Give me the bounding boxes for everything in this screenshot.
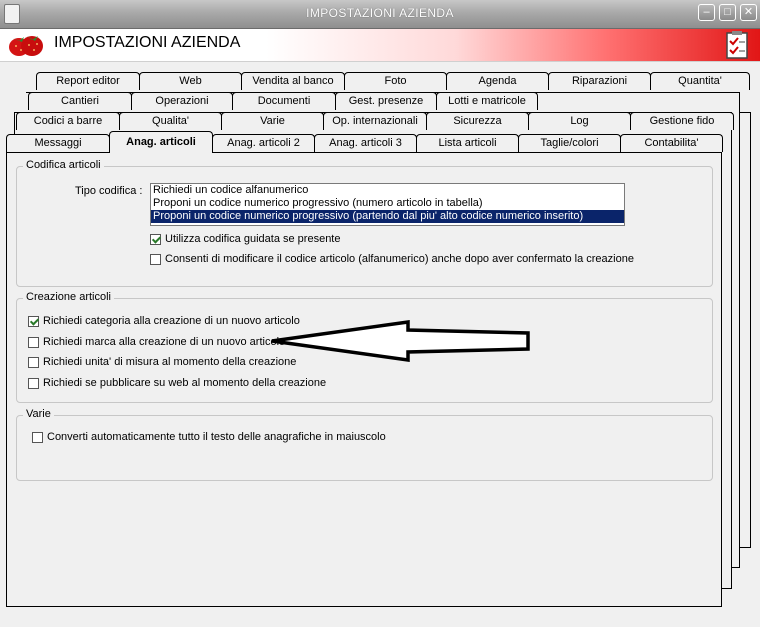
maximize-button[interactable]: □ bbox=[719, 4, 736, 21]
tab-qualita[interactable]: Qualita' bbox=[119, 112, 222, 130]
check-row[interactable]: Richiedi marca alla creazione di un nuov… bbox=[28, 336, 285, 348]
tab-anag-articoli-3[interactable]: Anag. articoli 3 bbox=[314, 134, 417, 152]
tab-report-editor[interactable]: Report editor bbox=[36, 72, 140, 90]
tab-messaggi[interactable]: Messaggi bbox=[6, 134, 110, 152]
check-row[interactable]: Converti automaticamente tutto il testo … bbox=[32, 431, 386, 443]
tab-gestione-fido[interactable]: Gestione fido bbox=[630, 112, 734, 130]
tab-riparazioni[interactable]: Riparazioni bbox=[548, 72, 651, 90]
group-label: Varie bbox=[23, 408, 54, 420]
header-band: IMPOSTAZIONI AZIENDA bbox=[0, 29, 760, 62]
tipo-codifica-label: Tipo codifica : bbox=[75, 185, 143, 197]
tab-taglie-colori[interactable]: Taglie/colori bbox=[518, 134, 621, 152]
checkbox[interactable] bbox=[150, 233, 161, 245]
group-label: Creazione articoli bbox=[23, 291, 114, 303]
checkbox[interactable] bbox=[32, 431, 43, 443]
checkbox-label: Consenti di modificare il codice articol… bbox=[165, 253, 634, 265]
checkbox-label: Richiedi unita' di misura al momento del… bbox=[43, 356, 297, 368]
tab-anag-articoli[interactable]: Anag. articoli bbox=[109, 131, 213, 153]
listbox-option[interactable]: Richiedi un codice alfanumerico bbox=[151, 184, 624, 197]
tab-foto[interactable]: Foto bbox=[344, 72, 447, 90]
listbox-option[interactable]: Proponi un codice numerico progressivo (… bbox=[151, 197, 624, 210]
checkbox-label: Richiedi categoria alla creazione di un … bbox=[43, 315, 300, 327]
tab-contabilita[interactable]: Contabilita' bbox=[620, 134, 723, 152]
title-bar: IMPOSTAZIONI AZIENDA – □ ✕ bbox=[0, 0, 760, 29]
tab-lista-articoli[interactable]: Lista articoli bbox=[416, 134, 519, 152]
checkbox-label: Richiedi marca alla creazione di un nuov… bbox=[43, 336, 286, 348]
checkbox-label: Converti automaticamente tutto il testo … bbox=[47, 431, 386, 443]
tab-codici-a-barre[interactable]: Codici a barre bbox=[16, 112, 120, 130]
group-label: Codifica articoli bbox=[23, 159, 104, 171]
check-row[interactable]: Richiedi categoria alla creazione di un … bbox=[28, 315, 300, 327]
checkbox-label: Richiedi se pubblicare su web al momento… bbox=[43, 377, 327, 389]
tab-gest-presenze[interactable]: Gest. presenze bbox=[335, 92, 437, 110]
header-title: IMPOSTAZIONI AZIENDA bbox=[54, 34, 241, 51]
group-codifica-articoli: Codifica articoli Tipo codifica : Richie… bbox=[16, 159, 713, 287]
tab-quantita[interactable]: Quantita' bbox=[650, 72, 750, 90]
window-title: IMPOSTAZIONI AZIENDA bbox=[306, 6, 454, 20]
tab-varie[interactable]: Varie bbox=[221, 112, 324, 130]
checkbox[interactable] bbox=[28, 336, 39, 348]
group-varie: Varie Converti automaticamente tutto il … bbox=[16, 408, 713, 481]
tab-cantieri[interactable]: Cantieri bbox=[28, 92, 132, 110]
checkbox[interactable] bbox=[28, 356, 39, 368]
tab-documenti[interactable]: Documenti bbox=[232, 92, 336, 110]
tab-agenda[interactable]: Agenda bbox=[446, 72, 549, 90]
check-row[interactable]: Utilizza codifica guidata se presente bbox=[150, 233, 340, 245]
tab-vendita-al-banco[interactable]: Vendita al banco bbox=[241, 72, 345, 90]
tab-operazioni[interactable]: Operazioni bbox=[131, 92, 233, 110]
minimize-button[interactable]: – bbox=[698, 4, 715, 21]
tab-log[interactable]: Log bbox=[528, 112, 631, 130]
tab-sicurezza[interactable]: Sicurezza bbox=[426, 112, 529, 130]
check-row[interactable]: Richiedi se pubblicare su web al momento… bbox=[28, 377, 326, 389]
tipo-codifica-listbox[interactable]: Richiedi un codice alfanumerico Proponi … bbox=[150, 183, 625, 226]
checkbox[interactable] bbox=[150, 253, 161, 265]
check-row[interactable]: Consenti di modificare il codice articol… bbox=[150, 253, 634, 265]
check-row[interactable]: Richiedi unita' di misura al momento del… bbox=[28, 356, 296, 368]
strawberries-icon bbox=[9, 36, 43, 56]
tab-web[interactable]: Web bbox=[139, 72, 242, 90]
close-button[interactable]: ✕ bbox=[740, 4, 757, 21]
arrow-left-annotation bbox=[271, 320, 530, 362]
tab-anag-articoli-2[interactable]: Anag. articoli 2 bbox=[212, 134, 315, 152]
checkbox[interactable] bbox=[28, 315, 39, 327]
tab-op-internazionali[interactable]: Op. internazionali bbox=[323, 112, 427, 130]
checklist-icon bbox=[726, 31, 748, 59]
tab-lotti-e-matricole[interactable]: Lotti e matricole bbox=[436, 92, 538, 110]
listbox-option-selected[interactable]: Proponi un codice numerico progressivo (… bbox=[151, 210, 624, 223]
tab-panel-anag-articoli: Codifica articoli Tipo codifica : Richie… bbox=[6, 152, 722, 607]
checkbox[interactable] bbox=[28, 377, 39, 389]
checkbox-label: Utilizza codifica guidata se presente bbox=[165, 233, 341, 245]
